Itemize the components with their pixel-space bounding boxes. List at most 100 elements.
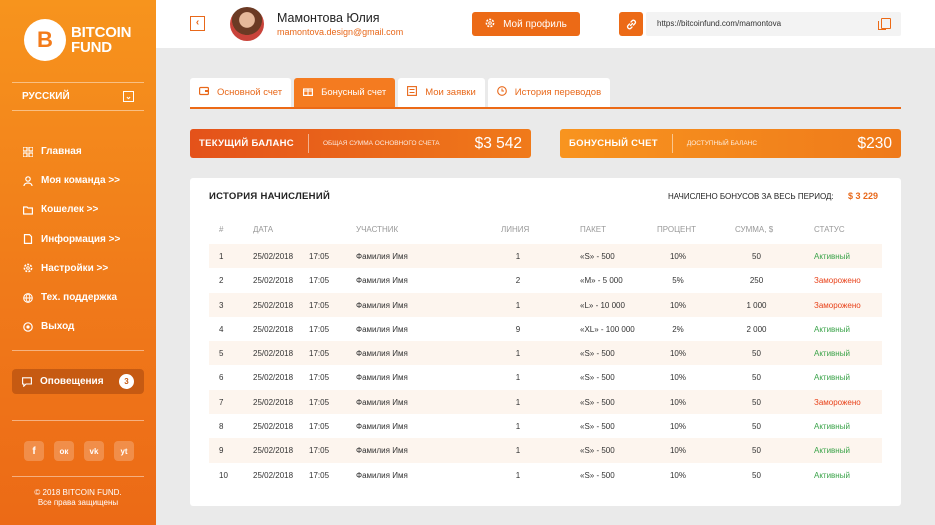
sidebar-item-logout[interactable]: Выход (22, 312, 120, 341)
sidebar-item-settings[interactable]: Настройки >> (22, 254, 120, 283)
tab-transfer-history[interactable]: История переводов (487, 78, 611, 107)
copy-icon[interactable] (878, 18, 891, 30)
row-line: 1 (515, 397, 521, 407)
facebook-icon[interactable]: f (24, 441, 44, 461)
row-number: 10 (219, 470, 228, 480)
row-participant: Фамилия Имя (356, 324, 408, 334)
table-row: 9 25/02/2018 17:05 Фамилия Имя 1 «S» - 500 10%… (209, 438, 882, 463)
row-percent: 10% (669, 252, 686, 261)
tab-main-account[interactable]: Основной счет (190, 78, 292, 107)
column-header: ПРОЦЕНТ (657, 225, 697, 234)
history-table-body: 1 25/02/2018 17:05 Фамилия Имя 1 «S» - 500 10%… (209, 244, 882, 487)
wallet-icon (199, 86, 210, 99)
column-header: ПАКЕТ (580, 225, 606, 234)
card-subtitle: ДОСТУПНЫЙ БАЛАНС (686, 140, 758, 147)
tabs-underline (190, 107, 901, 109)
referral-url-field[interactable]: https://bitcoinfund.com/mamontova (646, 12, 901, 36)
row-sum: 250 (749, 276, 764, 286)
brand-name-line1: BITCOIN (71, 24, 132, 41)
divider (12, 350, 144, 351)
row-time: 17:05 (309, 422, 330, 432)
tab-my-requests[interactable]: Мои заявки (398, 78, 485, 107)
sidebar-item-wallet[interactable]: Кошелек >> (22, 195, 120, 224)
current-balance-card: ТЕКУЩИЙ БАЛАНС ОБЩАЯ СУММА ОСНОВНОГО СЧЕ… (190, 129, 531, 158)
avatar[interactable] (230, 7, 264, 41)
tab-label: История переводов (514, 87, 602, 98)
tab-label: Бонусный счет (321, 87, 387, 98)
table-row: 4 25/02/2018 17:05 Фамилия Имя 9 «XL» - 100 0… (209, 317, 882, 341)
row-line: 1 (515, 373, 521, 383)
row-number: 8 (219, 422, 224, 432)
row-percent: 10% (669, 373, 686, 383)
row-number: 4 (219, 324, 224, 334)
row-percent: 10% (669, 397, 686, 407)
odnoklassniki-icon[interactable]: ок (54, 441, 74, 461)
divider (12, 420, 144, 421)
table-row: 10 25/02/2018 17:05 Фамилия Имя 1 «S» - 500 10… (209, 463, 882, 487)
row-sum: 50 (752, 373, 761, 383)
row-status: Активный (814, 446, 850, 456)
table-row: 6 25/02/2018 17:05 Фамилия Имя 1 «S» - 500 10%… (209, 365, 882, 389)
accruals-history-panel: ИСТОРИЯ НАЧИСЛЕНИЙ НАЧИСЛЕНО БОНУСОВ ЗА … (190, 178, 901, 506)
logo[interactable]: B BITCOIN FUND (24, 19, 131, 61)
sidebar-item-support[interactable]: Тех. поддержка (22, 283, 120, 312)
sidebar-item-team[interactable]: Моя команда >> (22, 166, 120, 195)
row-sum: 50 (752, 446, 761, 456)
sidebar: B BITCOIN FUND РУССКИЙ ⌄ Главная Моя ком… (0, 0, 156, 525)
list-icon (407, 86, 418, 99)
row-percent: 10% (669, 300, 686, 310)
row-sum: 1 000 (746, 300, 767, 310)
user-icon (22, 175, 33, 186)
bitcoin-logo-icon: B (24, 19, 66, 61)
link-icon[interactable] (619, 12, 643, 36)
gear-icon (485, 18, 495, 31)
collapse-sidebar-button[interactable]: ‹ (190, 16, 205, 31)
user-email[interactable]: mamontova.design@gmail.com (277, 27, 403, 37)
card-separator (671, 134, 673, 153)
gear-icon (22, 263, 33, 274)
column-header: ЛИНИЯ (501, 225, 530, 234)
gift-icon (303, 86, 314, 99)
copyright-line2: Все права защищены (37, 498, 119, 507)
card-subtitle: ОБЩАЯ СУММА ОСНОВНОГО СЧЕТА (322, 140, 440, 147)
row-time: 17:05 (309, 397, 330, 407)
sidebar-item-home[interactable]: Главная (22, 137, 120, 166)
row-time: 17:05 (309, 470, 330, 480)
row-sum: 50 (752, 422, 761, 432)
notifications-count-badge: 3 (119, 374, 134, 389)
table-row: 5 25/02/2018 17:05 Фамилия Имя 1 «S» - 500 10%… (209, 341, 882, 366)
row-status: Активный (814, 470, 850, 480)
sidebar-item-label: Главная (41, 146, 82, 158)
row-status: Активный (814, 349, 850, 359)
social-links: f ок vk yt (24, 441, 134, 461)
row-percent: 10% (669, 349, 686, 359)
row-participant: Фамилия Имя (356, 349, 408, 359)
row-percent: 10% (669, 422, 686, 432)
table-row: 3 25/02/2018 17:05 Фамилия Имя 1 «L» - 10 000… (209, 292, 882, 317)
tab-bonus-account[interactable]: Бонусный счет (294, 78, 396, 107)
row-status: Активный (814, 422, 850, 432)
sidebar-item-label: Информация >> (41, 233, 121, 245)
account-tabs: Основной счет Бонусный счет Мои заявки И… (190, 78, 611, 107)
card-title: ТЕКУЩИЙ БАЛАНС (199, 138, 294, 149)
row-participant: Фамилия Имя (356, 397, 408, 407)
notifications-button[interactable]: Оповещения 3 (12, 369, 144, 394)
row-sum: 50 (752, 397, 761, 407)
card-title: БОНУСНЫЙ СЧЕТ (569, 138, 658, 149)
grid-icon (22, 146, 33, 157)
sidebar-item-info[interactable]: Информация >> (22, 225, 120, 254)
row-sum: 50 (752, 470, 761, 480)
language-select[interactable]: РУССКИЙ ⌄ (22, 91, 134, 102)
my-profile-button[interactable]: Мой профиль (472, 12, 580, 36)
table-row: 8 25/02/2018 17:05 Фамилия Имя 1 «S» - 500 10%… (209, 414, 882, 438)
row-percent: 10% (669, 470, 686, 480)
divider (12, 110, 144, 111)
row-status: Активный (814, 252, 850, 261)
my-profile-label: Мой профиль (503, 18, 567, 30)
bonus-account-card: БОНУСНЫЙ СЧЕТ ДОСТУПНЫЙ БАЛАНС $230 (560, 129, 901, 158)
row-line: 9 (515, 324, 521, 334)
vk-icon[interactable]: vk (84, 441, 104, 461)
youtube-icon[interactable]: yt (114, 441, 134, 461)
row-date: 25/02/2018 (253, 446, 294, 456)
sidebar-item-label: Моя команда >> (41, 175, 121, 187)
